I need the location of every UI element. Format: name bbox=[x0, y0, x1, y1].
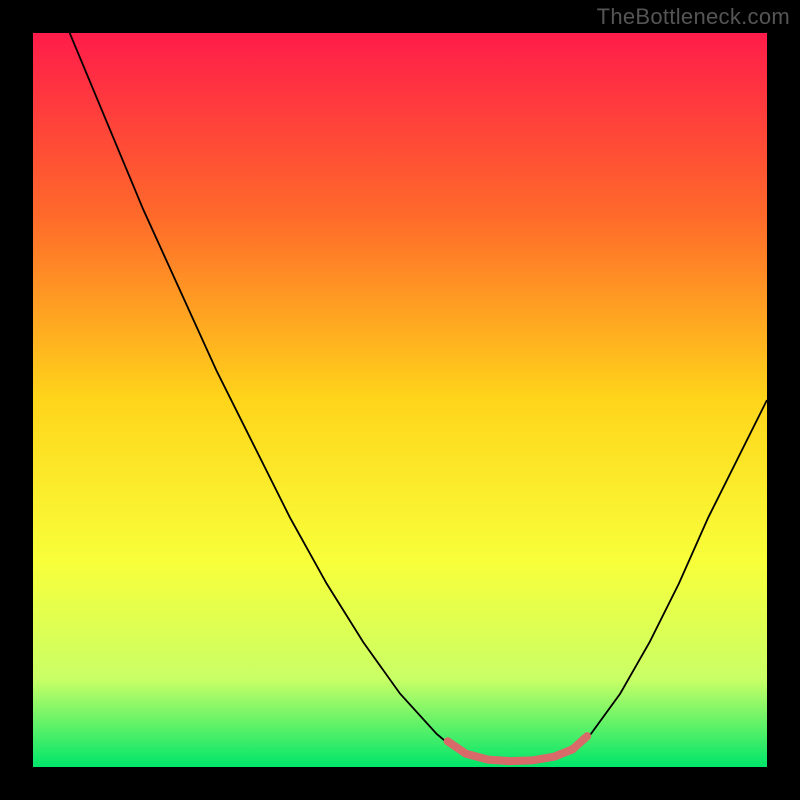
bottleneck-chart bbox=[0, 0, 800, 800]
watermark-text: TheBottleneck.com bbox=[597, 4, 790, 30]
plot-background bbox=[33, 33, 767, 767]
chart-frame: TheBottleneck.com bbox=[0, 0, 800, 800]
